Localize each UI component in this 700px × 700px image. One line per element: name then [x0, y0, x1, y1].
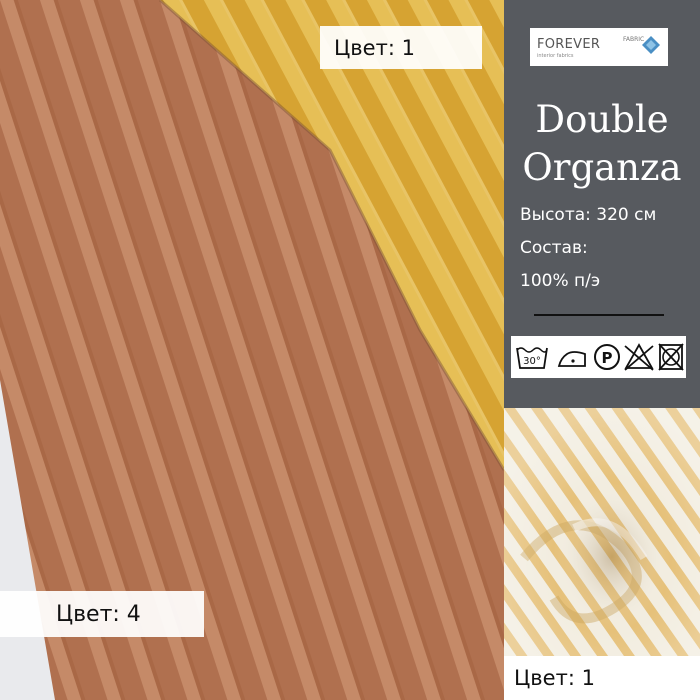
logo-text: FOREVER [537, 37, 601, 52]
no-tumble-dry-icon [658, 343, 684, 371]
diamond-logo-icon [642, 36, 660, 54]
iron-low-icon [557, 351, 586, 367]
product-title-line2: Organza [522, 146, 682, 189]
logo-subtext: interior fabrics [537, 53, 574, 59]
composition-label: Состав: [520, 238, 588, 258]
color-label-bottom: Цвет: 4 [0, 591, 204, 637]
color-label-photo: Цвет: 1 [504, 656, 700, 700]
svg-text:30°: 30° [523, 356, 541, 367]
svg-text:P: P [602, 349, 613, 367]
fabric-closeup-photo [504, 408, 700, 656]
care-symbols: 30° P [511, 336, 686, 378]
wash-30-icon: 30° [516, 347, 548, 369]
height-spec: Высота: 320 см [520, 205, 657, 225]
dry-clean-p-icon: P [594, 344, 620, 370]
color-label-top: Цвет: 1 [320, 26, 482, 69]
product-title-line1: Double [535, 98, 669, 141]
brand-logo: FOREVER interior fabrics FABRIC [530, 28, 668, 66]
composition-value: 100% п/э [520, 271, 601, 291]
divider [534, 314, 664, 316]
no-bleach-icon [624, 343, 654, 371]
